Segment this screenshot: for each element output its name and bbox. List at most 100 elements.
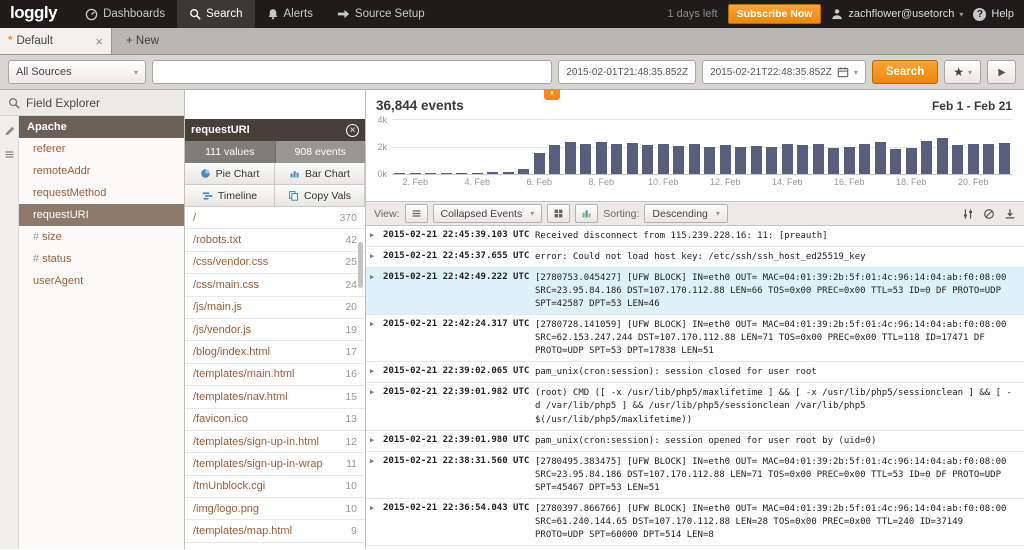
chart-view-button[interactable] xyxy=(575,204,598,223)
histogram-bar[interactable] xyxy=(704,147,715,175)
search-query-input[interactable] xyxy=(152,60,552,84)
expand-event-icon[interactable]: ▶ xyxy=(370,250,383,264)
histogram-bar[interactable] xyxy=(952,145,963,174)
download-icon[interactable] xyxy=(1004,208,1016,220)
field-item-userAgent[interactable]: userAgent xyxy=(19,270,184,292)
close-panel-icon[interactable]: × xyxy=(346,124,359,137)
expand-event-icon[interactable]: ▶ xyxy=(370,365,383,379)
log-event-row[interactable]: ▶2015-02-21 22:39:01.982 UTC(root) CMD (… xyxy=(366,383,1024,430)
histogram-bar[interactable] xyxy=(565,142,576,174)
log-event-row[interactable]: ▶2015-02-21 22:36:54.043 UTC[2780397.866… xyxy=(366,499,1024,546)
histogram-bar[interactable] xyxy=(782,144,793,174)
new-tab-button[interactable]: + New xyxy=(112,28,173,54)
search-drawer-handle[interactable]: ▾ xyxy=(544,89,560,100)
field-value-row[interactable]: /blog/…9 xyxy=(185,543,365,549)
subscribe-now-button[interactable]: Subscribe Now xyxy=(728,4,822,24)
stop-live-icon[interactable] xyxy=(983,208,995,220)
histogram-bar[interactable] xyxy=(549,145,560,174)
histogram-bar[interactable] xyxy=(425,173,436,174)
field-value-row[interactable]: /templates/main.html16 xyxy=(185,364,365,386)
histogram-bar[interactable] xyxy=(534,153,545,174)
histogram-bar[interactable] xyxy=(983,144,994,174)
close-tab-icon[interactable]: × xyxy=(95,35,103,48)
histogram-bar[interactable] xyxy=(875,142,886,174)
search-button[interactable]: Search xyxy=(872,60,938,84)
nav-item-dashboards[interactable]: Dashboards xyxy=(73,0,177,28)
field-value-row[interactable]: /img/logo.png10 xyxy=(185,498,365,520)
field-value-row[interactable]: /robots.txt42 xyxy=(185,229,365,251)
histogram-bar[interactable] xyxy=(611,144,622,174)
field-value-row[interactable]: /tmUnblock.cgi10 xyxy=(185,476,365,498)
tab-default[interactable]: * Default × xyxy=(0,28,112,54)
histogram-bar[interactable] xyxy=(410,173,421,174)
histogram-bar[interactable] xyxy=(503,172,514,174)
histogram-bar[interactable] xyxy=(751,146,762,174)
field-group-apache[interactable]: Apache xyxy=(19,116,184,138)
live-tail-button[interactable] xyxy=(987,60,1016,84)
log-event-row[interactable]: ▶2015-02-21 22:45:39.103 UTCReceived dis… xyxy=(366,226,1024,247)
histogram-bar[interactable] xyxy=(642,145,653,174)
histogram-bar[interactable] xyxy=(456,173,467,174)
histogram-bar[interactable] xyxy=(968,144,979,174)
histogram-bar[interactable] xyxy=(518,169,529,175)
expand-event-icon[interactable]: ▶ xyxy=(370,386,383,426)
sort-order-select[interactable]: Descending ▾ xyxy=(644,204,727,223)
histogram-bar[interactable] xyxy=(472,173,483,175)
field-value-row[interactable]: /js/vendor.js19 xyxy=(185,319,365,341)
histogram-bar[interactable] xyxy=(844,147,855,175)
log-event-row[interactable]: ▶2015-02-21 22:39:01.980 UTCpam_unix(cro… xyxy=(366,431,1024,452)
field-value-row[interactable]: /templates/sign-up-in-wrap11 xyxy=(185,453,365,475)
histogram-bar[interactable] xyxy=(596,142,607,174)
histogram-bar[interactable] xyxy=(937,138,948,174)
histogram-bar[interactable] xyxy=(828,148,839,174)
column-settings-icon[interactable] xyxy=(962,208,974,220)
pointer-tool-icon[interactable] xyxy=(4,126,15,137)
field-item-referer[interactable]: referer xyxy=(19,138,184,160)
log-event-row[interactable]: ▶2015-02-21 22:39:02.065 UTCpam_unix(cro… xyxy=(366,362,1024,383)
field-value-row[interactable]: /370 xyxy=(185,207,365,229)
expand-event-icon[interactable]: ▶ xyxy=(370,502,383,542)
list-tool-icon[interactable] xyxy=(4,149,15,160)
field-value-row[interactable]: /css/main.css24 xyxy=(185,274,365,296)
bar-chart-button[interactable]: Bar Chart xyxy=(275,163,365,185)
histogram-bar[interactable] xyxy=(673,146,684,174)
log-event-row[interactable]: ▶2015-02-21 22:32:26.998 UTC[2780130.822… xyxy=(366,546,1024,549)
histogram-bar[interactable] xyxy=(441,173,452,174)
histogram-bar[interactable] xyxy=(658,144,669,174)
values-count-tab[interactable]: 111 values xyxy=(185,141,276,163)
histogram-bar[interactable] xyxy=(999,143,1010,174)
histogram-bar[interactable] xyxy=(890,149,901,174)
field-value-row[interactable]: /templates/nav.html15 xyxy=(185,386,365,408)
histogram-bar[interactable] xyxy=(921,141,932,174)
copy-vals-button[interactable]: Copy Vals xyxy=(275,185,365,207)
histogram-bar[interactable] xyxy=(689,144,700,174)
field-item-size[interactable]: #size xyxy=(19,226,184,248)
source-groups-select[interactable]: All Sources ▾ xyxy=(8,60,146,84)
user-menu[interactable]: zachflower@usetorch ▾ xyxy=(831,8,963,20)
view-mode-select[interactable]: Collapsed Events ▾ xyxy=(433,204,543,223)
log-event-row[interactable]: ▶2015-02-21 22:42:49.222 UTC[2780753.045… xyxy=(366,268,1024,315)
events-count-tab[interactable]: 908 events xyxy=(276,141,366,163)
histogram-bar[interactable] xyxy=(720,145,731,174)
histogram-bar[interactable] xyxy=(735,147,746,174)
help-menu[interactable]: ? Help xyxy=(973,8,1014,21)
log-event-row[interactable]: ▶2015-02-21 22:42:24.317 UTC[2780728.141… xyxy=(366,315,1024,362)
field-value-row[interactable]: /templates/map.html9 xyxy=(185,520,365,542)
histogram-bar[interactable] xyxy=(487,172,498,174)
timeline-button[interactable]: Timeline xyxy=(185,185,275,207)
histogram-bar[interactable] xyxy=(627,143,638,174)
field-value-row[interactable]: /js/main.js20 xyxy=(185,297,365,319)
pie-chart-button[interactable]: Pie Chart xyxy=(185,163,275,185)
expand-event-icon[interactable]: ▶ xyxy=(370,434,383,448)
histogram-bar[interactable] xyxy=(906,148,917,174)
log-event-row[interactable]: ▶2015-02-21 22:45:37.655 UTCerror: Could… xyxy=(366,247,1024,268)
expand-event-icon[interactable]: ▶ xyxy=(370,455,383,495)
date-from-input[interactable]: 2015-02-01T21:48:35.852Z xyxy=(558,60,696,84)
histogram-bar[interactable] xyxy=(797,145,808,174)
expand-event-icon[interactable]: ▶ xyxy=(370,318,383,358)
values-scrollbar[interactable] xyxy=(358,242,363,288)
expand-event-icon[interactable]: ▶ xyxy=(370,271,383,311)
loggly-logo[interactable]: loggly xyxy=(0,0,73,28)
date-to-input[interactable]: 2015-02-21T22:48:35.852Z ▾ xyxy=(702,60,866,84)
field-value-row[interactable]: /favicon.ico13 xyxy=(185,409,365,431)
